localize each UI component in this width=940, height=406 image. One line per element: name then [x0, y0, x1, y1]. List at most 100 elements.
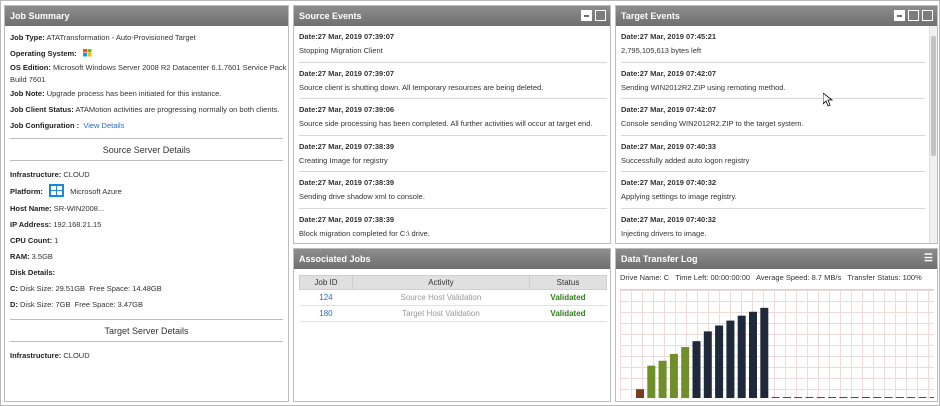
transfer-bar [884, 397, 893, 398]
export-icon[interactable] [894, 10, 905, 21]
os-edition-value: Microsoft Windows Server 2008 R2 Datacen… [52, 63, 289, 72]
transfer-bar [850, 397, 859, 398]
event-message: 2,795,105,613 bytes left [621, 46, 702, 55]
infra-value: CLOUD [63, 170, 90, 179]
target-events-list: Date:27 Mar, 2019 07:45:21 2,795,105,613 … [616, 26, 937, 243]
platform-label: Platform: [10, 187, 43, 196]
event-date: Date:27 Mar, 2019 07:39:06 [299, 105, 395, 114]
transfer-bar [681, 347, 690, 398]
event-message: Console sending WIN2012R2.ZIP to the tar… [621, 119, 804, 128]
job-status: Validated [529, 289, 607, 306]
ram-label: RAM: [10, 252, 30, 261]
transfer-bar [669, 353, 678, 398]
transfer-bar [636, 389, 644, 398]
transfer-bar [703, 331, 712, 398]
job-summary-title: Job Summary [5, 6, 288, 26]
associated-jobs-panel: Associated Jobs Job ID Activity Status 1… [293, 248, 611, 402]
settings-sliders-icon[interactable]: ☰ [924, 253, 933, 264]
os-label: Operating System: [10, 49, 77, 58]
target-events-panel: Target Events Date:27 Mar, 2019 07:45:21… [615, 5, 938, 244]
event-message: Source side processing has been complete… [299, 119, 593, 128]
data-transfer-log-title: Data Transfer Log [621, 254, 698, 264]
job-id-link[interactable]: 124 [299, 289, 353, 306]
transfer-chart [620, 289, 934, 399]
export-icon[interactable] [581, 10, 592, 21]
job-status: Validated [529, 305, 607, 322]
transfer-bar [805, 397, 814, 398]
transfer-bar [737, 315, 746, 398]
source-events-list: Date:27 Mar, 2019 07:39:07 Stopping Migra… [294, 26, 610, 244]
event-message: Sending drive shadow xml to console. [299, 192, 425, 201]
event-item: Date:27 Mar, 2019 07:39:06 Source side pr… [299, 99, 607, 136]
transfer-bar [907, 397, 916, 398]
infra-label: Infrastructure: [10, 170, 62, 179]
event-date: Date:27 Mar, 2019 07:42:07 [621, 105, 717, 114]
event-item: Date:27 Mar, 2019 07:39:07 Stopping Migra… [299, 26, 607, 63]
col-status[interactable]: Status [528, 275, 608, 290]
job-note-label: Job Note: [10, 89, 45, 98]
os-edition-build: Build 7601 [10, 75, 46, 84]
data-transfer-log-panel: Data Transfer Log ☰ Drive Name: C Time L… [615, 248, 938, 402]
transfer-bar [715, 325, 724, 398]
source-events-title: Source Events [299, 11, 362, 21]
target-infra-label: Infrastructure: [10, 351, 62, 360]
col-job-id[interactable]: Job ID [299, 275, 353, 290]
event-item: Date:27 Mar, 2019 07:40:33 Successfully a… [621, 136, 925, 172]
transfer-bar [918, 397, 927, 398]
disk-label: Disk Details: [10, 268, 56, 277]
event-date: Date:27 Mar, 2019 07:40:32 [621, 214, 717, 224]
columns-icon[interactable] [595, 10, 606, 21]
job-type-value: ATATransformation - Auto-Provisioned Tar… [46, 33, 196, 42]
target-server-section-title: Target Server Details [10, 319, 283, 342]
transfer-bar [782, 397, 791, 398]
client-status-label: Job Client Status: [10, 105, 74, 114]
host-value: SR-WIN2008... [53, 204, 105, 213]
event-date: Date:27 Mar, 2019 07:39:07 [299, 68, 395, 78]
transfer-bar [647, 365, 656, 398]
transfer-bar [839, 397, 848, 398]
scrollbar-thumb[interactable] [931, 36, 936, 156]
event-date: Date:27 Mar, 2019 07:42:07 [621, 68, 717, 78]
transfer-bar [794, 397, 803, 398]
disk-d-free: Free Space: 3.47GB [74, 300, 143, 309]
event-item: Date:27 Mar, 2019 07:42:07 Sending WIN201… [621, 63, 925, 99]
transfer-bar [771, 397, 780, 398]
target-infra-value: CLOUD [63, 351, 90, 360]
event-item: Date:27 Mar, 2019 07:40:32 Applying setti… [621, 172, 925, 209]
source-server-section-title: Source Server Details [10, 138, 283, 161]
target-events-scrollbar[interactable] [929, 26, 937, 243]
event-message: Successfully added auto logon registry [621, 155, 750, 165]
disk-d-drive: D: [10, 300, 18, 309]
associated-jobs-title: Associated Jobs [294, 249, 610, 269]
os-edition-label: OS Edition: [10, 63, 51, 72]
transfer-bar [816, 397, 825, 398]
transfer-bar [862, 397, 870, 398]
event-date: Date:27 Mar, 2019 07:39:07 [299, 32, 395, 41]
columns-icon[interactable] [908, 10, 919, 21]
event-message: Sending WIN2012R2.ZIP using remoting met… [621, 82, 786, 92]
cpu-value: 1 [54, 236, 59, 245]
transfer-stats: Drive Name: C Time Left: 00:00:00:00 Ave… [616, 269, 937, 287]
job-summary-panel: Job Summary Job Type: ATATransformation … [4, 5, 289, 402]
disk-c-drive: C: [10, 284, 18, 293]
col-activity[interactable]: Activity [351, 275, 530, 290]
event-item: Date:27 Mar, 2019 07:38:39 Sending drive … [299, 172, 607, 209]
event-item: Date:27 Mar, 2019 07:38:39 Creating Image… [299, 136, 607, 172]
transfer-bar [760, 307, 769, 398]
view-details-link[interactable]: View Details [83, 121, 124, 130]
event-item: Date:27 Mar, 2019 07:38:39 Block migratio… [299, 209, 607, 244]
platform-value: Microsoft Azure [70, 187, 122, 196]
ip-label: IP Address: [10, 220, 52, 229]
job-id-link[interactable]: 180 [299, 305, 353, 322]
transfer-bar [873, 397, 882, 398]
event-message: Source client is shutting down. All temp… [299, 82, 544, 92]
transfer-bar [658, 360, 667, 398]
disk-d-size: Disk Size: 7GB [20, 300, 71, 309]
drive-name: Drive Name: C [620, 273, 670, 282]
event-message: Injecting drivers to image. [621, 228, 707, 238]
app-screen: Job Summary Job Type: ATATransformation … [0, 0, 940, 406]
filter-icon[interactable] [922, 10, 933, 21]
event-message: Block migration completed for C:\ drive. [299, 228, 430, 238]
time-left: Time Left: 00:00:00:00 [675, 273, 751, 282]
azure-windows-icon [49, 184, 65, 197]
